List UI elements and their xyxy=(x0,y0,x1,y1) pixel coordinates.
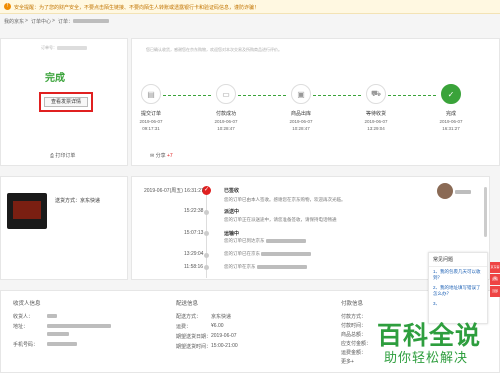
delivery-heading: 配送信息 xyxy=(176,301,199,307)
step-awaiting-delivery: ⛟ 等待收货 2019-06-07 13:29:04 xyxy=(351,84,401,131)
chat-question[interactable]: 1、我的包裹几天可以收到？ xyxy=(429,267,487,283)
payment-row: 付款方式： xyxy=(341,314,367,320)
more-link[interactable]: 更多+ xyxy=(341,358,354,365)
tracking-time: 13:29:04 xyxy=(184,251,204,257)
chat-title: 常见问题 xyxy=(429,253,487,267)
product-panel: 送货方式：京东快递 xyxy=(0,176,128,280)
breadcrumb-order-label: 订单： xyxy=(58,19,74,25)
right-float-bar: 京东客服 反馈 顶部 xyxy=(490,262,500,298)
watermark-slogan: 助你轻松解决 xyxy=(384,351,469,366)
delivery-method-label: 配送方式： xyxy=(176,314,202,320)
print-order-link[interactable]: ⎙ 打印订单 xyxy=(50,152,75,159)
step-payment-success: ▭ 付款成功 2019-06-07 10:28:47 xyxy=(201,84,251,131)
security-notice-bar: ! 安全提醒：为了您的财产安全，不要点击陌生链接、不要向陌生人转账或透露银行卡和… xyxy=(0,0,500,14)
courier-avatar xyxy=(437,183,453,199)
printer-icon: ⎙ xyxy=(50,153,55,159)
tracking-desc: 您的订单已在京东 xyxy=(224,251,312,257)
delivery-time-label: 期望送货时间： xyxy=(176,344,212,350)
timeline-dot xyxy=(204,265,209,270)
payment-row: 商品总额： xyxy=(341,332,367,338)
delivery-date-value: 2019-06-07 xyxy=(211,333,237,339)
tracking-time: 2019-06-07(周五) 16:31:27 xyxy=(144,188,204,194)
courier-name-redacted xyxy=(455,189,471,195)
receiver-address-redacted xyxy=(47,331,69,337)
tracking-desc: 您的订单已由本人签收。感谢您在京东购物，欢迎再次光临。 xyxy=(224,197,346,202)
order-summary-panel: 订单号： 完成 查看发票详情 ⎙ 打印订单 xyxy=(0,38,128,166)
tracking-desc: 您的订单已到达京东 xyxy=(224,238,306,244)
payment-row: 付款时间： xyxy=(341,323,367,329)
payment-heading: 付款信息 xyxy=(341,301,364,307)
truck-icon: ⛟ xyxy=(366,84,386,104)
breadcrumb-sep: > xyxy=(52,18,55,24)
chat-question[interactable]: 2、我的地址填写错误了怎么办？ xyxy=(429,283,487,299)
back-to-top-button[interactable]: 顶部 xyxy=(490,286,500,297)
share-icon: ✉ xyxy=(150,153,155,159)
payment-row: 运费金额： xyxy=(341,350,367,356)
help-chat-widget: 常见问题 1、我的包裹几天可以收到？ 2、我的地址填写错误了怎么办？ 3、 xyxy=(428,252,488,324)
delivery-fee-label: 运费： xyxy=(176,324,192,330)
delivery-method-value: 京东快递 xyxy=(211,314,232,320)
chat-question[interactable]: 3、 xyxy=(429,299,487,309)
tracking-time: 15:07:13 xyxy=(184,230,204,236)
receiver-heading: 收货人信息 xyxy=(13,301,41,307)
tracking-desc: 您的订单在京东 xyxy=(224,264,307,270)
tracking-time: 11:58:16 xyxy=(184,264,204,270)
receiver-address-redacted xyxy=(47,323,111,329)
receiver-name-label: 收货人： xyxy=(13,314,34,320)
progress-notice: 您已确认收货，感谢您在京东购物，欢迎您对本次交易及所购商品进行评价。 xyxy=(146,47,282,52)
view-invoice-button[interactable]: 查看发票详情 xyxy=(44,97,88,107)
order-number-redacted xyxy=(73,18,109,24)
breadcrumb: 我的京东 > 订单中心 > 订单： xyxy=(0,14,500,27)
breadcrumb-home[interactable]: 我的京东 xyxy=(4,18,24,25)
tracking-time: 15:22:38 xyxy=(184,208,204,214)
share-link[interactable]: ✉ 分享 +7 xyxy=(150,152,173,159)
order-number: 订单号： xyxy=(41,45,87,51)
warning-icon: ! xyxy=(4,3,11,10)
delivery-fee-value: ¥6.00 xyxy=(211,323,224,329)
invoice-highlight-box: 查看发票详情 xyxy=(39,92,93,112)
tracking-desc: 您的订单正在派送途中，请您准备签收，请保持电话畅通 xyxy=(224,217,337,222)
box-icon: ▣ xyxy=(291,84,311,104)
receiver-phone-redacted xyxy=(47,341,77,347)
breadcrumb-orders[interactable]: 订单中心 xyxy=(31,18,51,25)
delivery-date-label: 期望送货日期： xyxy=(176,334,212,340)
shipping-method: 送货方式：京东快递 xyxy=(55,198,101,204)
step-goods-shipped: ▣ 商品出库 2019-06-07 10:28:47 xyxy=(276,84,326,131)
receiver-phone-label: 手机号码： xyxy=(13,342,39,348)
tracking-title: 派送中 xyxy=(224,209,240,215)
share-count: +7 xyxy=(167,153,173,159)
payment-row: 应支付金额： xyxy=(341,341,372,347)
timeline-dot xyxy=(204,231,209,236)
step-submit-order: ▤ 提交订单 2019-06-07 09:17:31 xyxy=(126,84,176,131)
receiver-name-redacted xyxy=(47,313,57,319)
customer-service-button[interactable]: 京东客服 xyxy=(490,262,500,280)
feedback-button[interactable]: 反馈 xyxy=(490,274,500,285)
order-status: 完成 xyxy=(45,73,65,84)
check-icon: ✓ xyxy=(441,84,461,104)
delivery-time-value: 15:00-21:00 xyxy=(211,343,238,349)
receiver-address-label: 地址： xyxy=(13,324,29,330)
breadcrumb-sep: > xyxy=(25,18,28,24)
clipboard-icon: ▤ xyxy=(141,84,161,104)
scrollbar[interactable] xyxy=(484,187,487,237)
product-image[interactable] xyxy=(7,193,47,229)
tracking-title: 运输中 xyxy=(224,231,240,237)
security-notice-text: 安全提醒：为了您的财产安全，不要点击陌生链接、不要向陌生人转账或透露银行卡和验证… xyxy=(14,5,260,11)
order-progress-panel: 您已确认收货，感谢您在京东购物，欢迎您对本次交易及所购商品进行评价。 ▤ 提交订… xyxy=(131,38,500,166)
tracking-title: 已签收 xyxy=(224,188,240,194)
timeline-dot xyxy=(204,210,209,215)
timeline-dot xyxy=(204,253,209,258)
card-icon: ▭ xyxy=(216,84,236,104)
step-completed: ✓ 完成 2019-06-07 16:31:27 xyxy=(426,84,476,131)
